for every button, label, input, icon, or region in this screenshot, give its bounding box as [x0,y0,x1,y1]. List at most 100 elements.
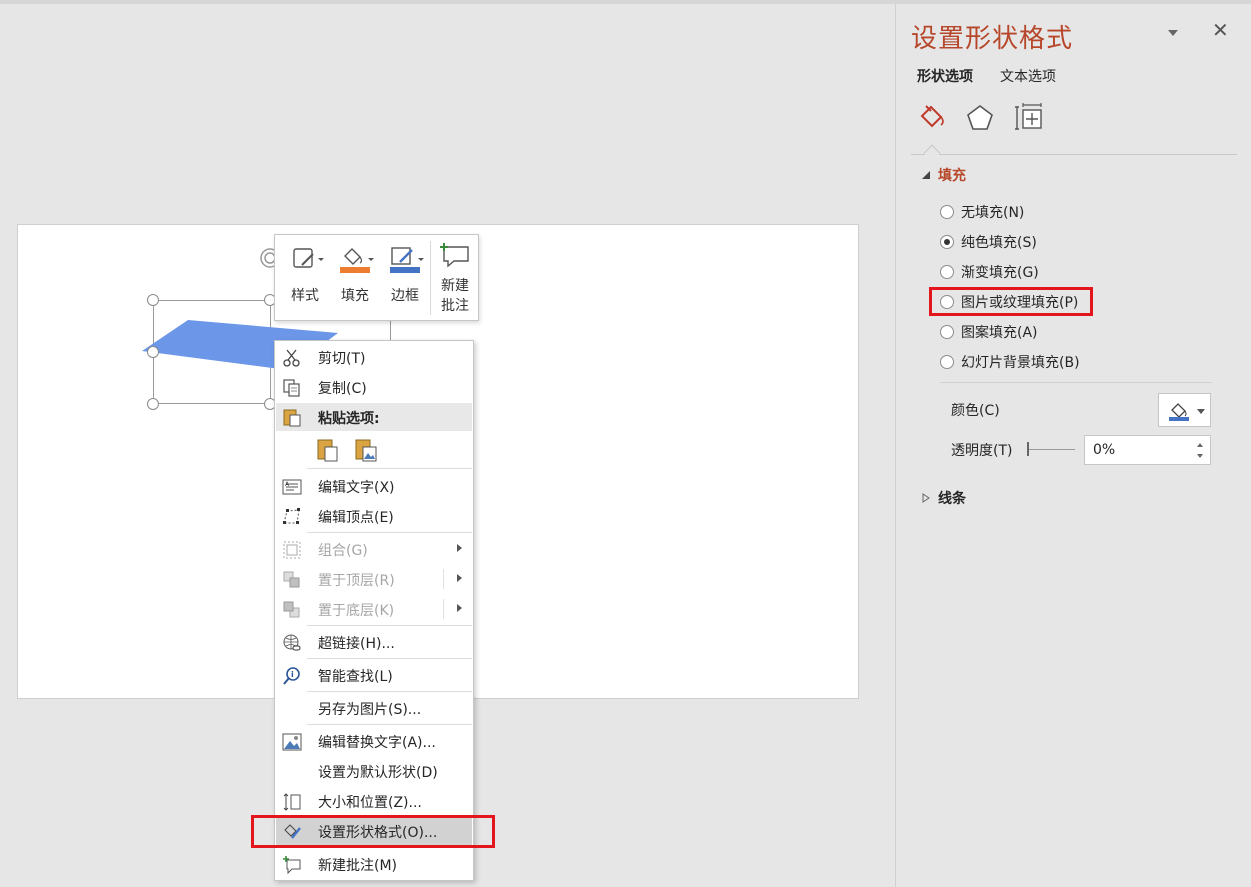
resize-handle-top-left[interactable] [147,294,159,306]
menu-item-group[interactable]: 组合(G) [276,535,472,563]
spinner-down-icon[interactable] [1197,454,1203,458]
alt-text-picture-icon [282,733,302,751]
tab-text-options[interactable]: 文本选项 [1000,66,1056,86]
group-label: 组合(G) [318,543,368,559]
copy-icon [283,379,300,397]
new-comment-button[interactable]: 新建 批注 [432,235,478,320]
radio-button[interactable] [940,205,954,219]
menu-item-edit-alt-text[interactable]: 编辑替换文字(A)... [276,727,472,755]
menu-item-copy[interactable]: 复制(C) [276,373,472,401]
highlight-format-shape [251,815,495,848]
pane-divider [911,154,1237,155]
fill-options-divider [940,382,1212,383]
slider-track [1029,449,1075,450]
resize-handle-bottom-left[interactable] [147,398,159,410]
close-icon[interactable]: ✕ [1212,18,1229,42]
radio-button[interactable] [940,235,954,249]
transparency-slider[interactable] [1027,441,1077,457]
menu-item-cut[interactable]: 剪切(T) [276,343,472,371]
transparency-value[interactable]: 0% [1093,442,1115,458]
menu-item-send-to-back[interactable]: 置于底层(K) [276,595,472,623]
menu-item-size-position[interactable]: 大小和位置(Z)... [276,787,472,815]
smart-lookup-icon: i [283,667,300,685]
size-position-icon [283,793,301,811]
format-shape-pane: 设置形状格式 ✕ 形状选项 文本选项 填充 无填充(N) 纯色填充(S) 渐变填… [895,4,1251,887]
menu-item-bring-to-front[interactable]: 置于顶层(R) [276,565,472,593]
menu-item-hyperlink[interactable]: 超链接(H)... [276,628,472,656]
menu-separator [307,691,472,692]
size-properties-icon[interactable] [1013,102,1045,134]
hyperlink-label: 超链接(H)... [318,636,395,652]
paste-as-picture-icon[interactable] [353,437,379,463]
radio-gradient-fill[interactable]: 渐变填充(G) [940,262,1140,284]
fill-section-header[interactable]: 填充 [921,165,1071,185]
transparency-spinner[interactable]: 0% [1084,435,1211,465]
radio-button[interactable] [940,265,954,279]
new-comment-label-2: 批注 [441,298,469,314]
radio-no-fill[interactable]: 无填充(N) [940,202,1140,224]
color-label: 颜色(C) [951,403,1000,419]
highlight-picture-texture-fill [929,287,1093,316]
tab-shape-options[interactable]: 形状选项 [917,66,973,86]
send-to-back-icon [283,601,300,618]
svg-text:i: i [291,670,294,679]
radio-pattern-fill[interactable]: 图案填充(A) [940,322,1140,344]
fill-label: 填充 [341,288,369,304]
submenu-divider [443,569,444,589]
edit-points-label: 编辑顶点(E) [318,510,394,526]
new-comment-label-1: 新建 [441,278,469,294]
radio-solid-fill[interactable]: 纯色填充(S) [940,232,1140,254]
style-button[interactable]: 样式 [280,235,330,320]
toolbar-separator [430,241,431,315]
menu-item-new-comment[interactable]: 新建批注(M) [276,850,472,878]
edit-text-icon: A [282,479,302,495]
selection-guide-line [390,320,391,340]
fill-color-icon [1169,403,1189,421]
menu-item-save-as-picture[interactable]: 另存为图片(S)... [276,694,472,722]
color-picker-button[interactable] [1158,393,1211,427]
cut-label: 剪切(T) [318,351,366,367]
menu-item-smart-lookup[interactable]: i 智能查找(L) [276,661,472,689]
menu-item-edit-text[interactable]: A 编辑文字(X) [276,472,472,500]
radio-slide-background-fill[interactable]: 幻灯片背景填充(B) [940,352,1140,374]
fill-button[interactable]: 填充 [330,235,380,320]
radio-label: 图案填充(A) [961,325,1038,341]
paste-options-header: 粘贴选项: [276,403,472,431]
size-position-label: 大小和位置(Z)... [318,795,422,811]
collapsed-triangle-icon [922,493,930,503]
spinner-up-icon[interactable] [1197,443,1203,447]
radio-button[interactable] [940,325,954,339]
set-default-shape-label: 设置为默认形状(D) [318,765,438,781]
pane-options-dropdown-icon[interactable] [1168,30,1178,36]
effects-pentagon-icon[interactable] [964,102,996,134]
mini-toolbar: 样式 填充 边框 新建 批注 [274,234,479,321]
line-section-header[interactable]: 线条 [921,488,1071,508]
paste-keep-format-icon[interactable] [315,437,341,463]
border-button[interactable]: 边框 [380,235,430,320]
menu-item-set-default-shape[interactable]: 设置为默认形状(D) [276,757,472,785]
resize-handle-mid-left[interactable] [147,346,159,358]
context-menu: 剪切(T) 复制(C) 粘贴选项: A 编辑文字(X) 编辑顶点(E) 组合(G… [274,340,474,881]
active-tab-pointer [923,144,941,162]
bring-to-front-label: 置于顶层(R) [318,573,395,589]
new-comment-label: 新建批注(M) [318,858,398,874]
radio-button[interactable] [940,355,954,369]
radio-label: 幻灯片背景填充(B) [961,355,1080,371]
edit-points-icon [283,508,300,524]
edit-alt-text-label: 编辑替换文字(A)... [318,735,436,751]
bring-to-front-icon [283,571,300,588]
paste-options-label: 粘贴选项: [318,411,380,427]
send-to-back-label: 置于底层(K) [318,603,395,619]
fill-line-tab-icon[interactable] [916,102,948,134]
pane-title: 设置形状格式 [911,24,1074,54]
pen-outline-icon [390,247,424,273]
border-label: 边框 [391,288,419,304]
copy-label: 复制(C) [318,381,367,397]
new-comment-icon [283,856,301,875]
edit-text-label: 编辑文字(X) [318,480,395,496]
style-label: 样式 [291,288,319,304]
menu-item-edit-points[interactable]: 编辑顶点(E) [276,502,472,530]
submenu-arrow-icon [457,604,462,612]
comment-add-icon [440,243,469,268]
menu-separator [307,468,472,469]
